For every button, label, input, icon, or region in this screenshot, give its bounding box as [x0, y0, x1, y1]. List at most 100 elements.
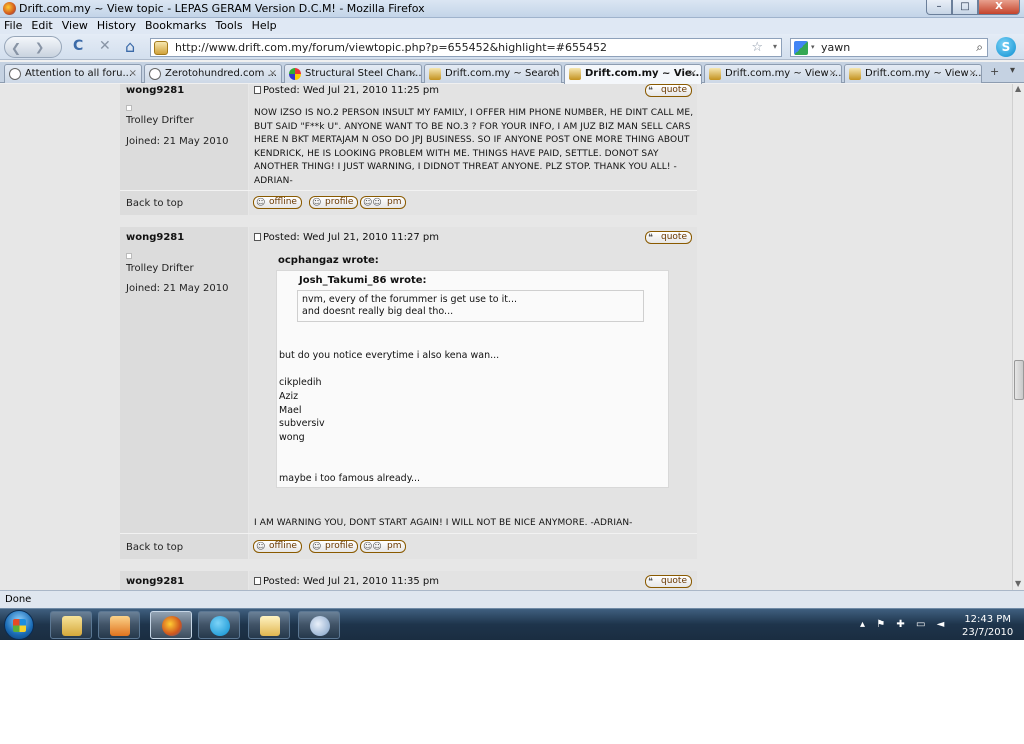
- tab-drift-view-active[interactable]: Drift.com.my ~ Vie... ×: [564, 64, 702, 84]
- quote-line: subversiv: [279, 418, 325, 429]
- post-author[interactable]: wong9281: [126, 232, 184, 243]
- menu-view[interactable]: View: [62, 18, 88, 34]
- tab-close-icon[interactable]: ×: [269, 65, 277, 82]
- system-tray: ▴ ⚑ ✚ ▭ ◄: [860, 619, 952, 630]
- post-icon: [254, 233, 261, 241]
- reload-icon[interactable]: C: [73, 39, 83, 54]
- maximize-button[interactable]: □: [952, 0, 978, 15]
- menu-edit[interactable]: Edit: [31, 18, 52, 34]
- google-icon[interactable]: [794, 41, 808, 55]
- quote-author: ocphangaz wrote:: [278, 255, 379, 266]
- clock-time: 12:43 PM: [964, 614, 1011, 625]
- tab-zerotohundred[interactable]: Zerotohundred.com ... ×: [144, 64, 282, 83]
- quote-button[interactable]: ❝ quote: [645, 84, 692, 97]
- quote-line: but do you notice everytime i also kena …: [279, 350, 500, 361]
- scrollbar-thumb[interactable]: [1014, 360, 1024, 400]
- home-icon[interactable]: ⌂: [125, 39, 135, 55]
- tab-label: Drift.com.my ~ View ...: [725, 68, 842, 79]
- start-button[interactable]: [4, 610, 34, 640]
- search-bar[interactable]: ▾ yawn ⌕: [790, 38, 988, 57]
- show-hidden-icons[interactable]: ▴: [860, 619, 865, 630]
- taskbar-explorer[interactable]: [50, 611, 92, 639]
- page-content: wong9281 Posted: Wed Jul 21, 2010 11:25 …: [0, 84, 1012, 590]
- skype-extension-icon[interactable]: S: [996, 37, 1016, 57]
- scroll-up-icon[interactable]: ▲: [1015, 84, 1021, 93]
- tab-close-icon[interactable]: ×: [549, 65, 557, 82]
- quote-line: Aziz: [279, 391, 299, 402]
- action-center-flag-icon[interactable]: ⚑: [876, 619, 885, 630]
- tab-label: Zerotohundred.com ...: [165, 68, 278, 79]
- vertical-scrollbar[interactable]: ▲ ▼: [1012, 84, 1024, 590]
- post-icon: [254, 86, 261, 94]
- tab-close-icon[interactable]: ×: [129, 65, 137, 82]
- tab-label: Drift.com.my ~ Search: [445, 68, 560, 79]
- tab-close-icon[interactable]: ×: [969, 65, 977, 82]
- volume-icon[interactable]: ◄: [937, 619, 945, 630]
- menu-history[interactable]: History: [97, 18, 136, 34]
- system-clock[interactable]: 12:43 PM 23/7/2010: [962, 613, 1013, 639]
- menu-file[interactable]: File: [4, 18, 22, 34]
- tab-drift-view-3[interactable]: Drift.com.my ~ View ... ×: [844, 64, 982, 83]
- post-message: NOW IZSO IS NO.2 PERSON INSULT MY FAMILY…: [254, 108, 694, 186]
- tab-page-icon: [149, 68, 161, 80]
- search-input[interactable]: yawn: [821, 41, 850, 54]
- search-icon[interactable]: ⌕: [976, 40, 983, 55]
- taskbar-media-player[interactable]: [98, 611, 140, 639]
- tab-drift-view-2[interactable]: Drift.com.my ~ View ... ×: [704, 64, 842, 83]
- taskbar-paint[interactable]: [298, 611, 340, 639]
- forward-button[interactable]: ❯: [35, 41, 44, 54]
- menu-bar: File Edit View History Bookmarks Tools H…: [0, 18, 1024, 34]
- tab-page-icon: [9, 68, 21, 80]
- stop-icon[interactable]: ✕: [99, 39, 111, 54]
- quote-icon: ❝: [648, 86, 653, 96]
- quote-button[interactable]: ❝ quote: [645, 575, 692, 588]
- tab-close-icon[interactable]: ×: [829, 65, 837, 82]
- title-bar: Drift.com.my ~ View topic - LEPAS GERAM …: [0, 0, 1024, 18]
- menu-tools[interactable]: Tools: [215, 18, 242, 34]
- skype-icon: [210, 616, 230, 636]
- window-controls: – □ X: [926, 0, 1020, 16]
- url-dropdown-icon[interactable]: ▾: [773, 42, 777, 51]
- new-tab-button[interactable]: +: [990, 65, 999, 78]
- post-date: Posted: Wed Jul 21, 2010 11:27 pm: [254, 232, 439, 243]
- taskbar-firefox[interactable]: [150, 611, 192, 639]
- clock-date: 23/7/2010: [962, 627, 1014, 638]
- menu-bookmarks[interactable]: Bookmarks: [145, 18, 206, 34]
- tab-attention[interactable]: Attention to all foru... ×: [4, 64, 142, 83]
- profile-button[interactable]: ☺ profile: [309, 196, 359, 209]
- tab-drift-search[interactable]: Drift.com.my ~ Search ×: [424, 64, 562, 83]
- antivirus-icon[interactable]: ✚: [896, 619, 904, 630]
- pm-icon: ☺☺: [363, 198, 382, 208]
- taskbar-mail[interactable]: [248, 611, 290, 639]
- tab-list-button[interactable]: ▾: [1010, 65, 1015, 76]
- tab-close-icon[interactable]: ×: [689, 65, 697, 82]
- quote-line: wong: [279, 432, 305, 443]
- bookmark-star-icon[interactable]: ☆: [751, 40, 763, 55]
- search-engine-dropdown-icon[interactable]: ▾: [811, 43, 815, 51]
- menu-help[interactable]: Help: [252, 18, 277, 34]
- profile-button[interactable]: ☺ profile: [309, 540, 359, 553]
- taskbar-skype[interactable]: [198, 611, 240, 639]
- tab-close-icon[interactable]: ×: [409, 65, 417, 82]
- back-button[interactable]: ❮: [11, 41, 21, 55]
- pm-button[interactable]: ☺☺ pm: [360, 540, 407, 553]
- network-icon[interactable]: ▭: [916, 619, 925, 630]
- offline-button[interactable]: ☺ offline: [253, 196, 302, 209]
- back-to-top-link[interactable]: Back to top: [126, 198, 183, 209]
- post-message: I AM WARNING YOU, DONT START AGAIN! I WI…: [254, 518, 633, 528]
- pm-button[interactable]: ☺☺ pm: [360, 196, 407, 209]
- url-text[interactable]: http://www.drift.com.my/forum/viewtopic.…: [175, 41, 607, 54]
- taskbar: ▴ ⚑ ✚ ▭ ◄ 12:43 PM 23/7/2010: [0, 608, 1024, 640]
- minimize-button[interactable]: –: [926, 0, 952, 15]
- quote-button[interactable]: ❝ quote: [645, 231, 692, 244]
- post-author[interactable]: wong9281: [126, 576, 184, 587]
- profile-icon: ☺: [312, 542, 322, 552]
- media-player-icon: [110, 616, 130, 636]
- close-button[interactable]: X: [978, 0, 1020, 15]
- post-author[interactable]: wong9281: [126, 85, 184, 96]
- back-to-top-link[interactable]: Back to top: [126, 542, 183, 553]
- offline-button[interactable]: ☺ offline: [253, 540, 302, 553]
- scroll-down-icon[interactable]: ▼: [1015, 579, 1021, 588]
- tab-structural-steel[interactable]: Structural Steel Chan... ×: [284, 64, 422, 83]
- url-bar[interactable]: http://www.drift.com.my/forum/viewtopic.…: [150, 38, 782, 57]
